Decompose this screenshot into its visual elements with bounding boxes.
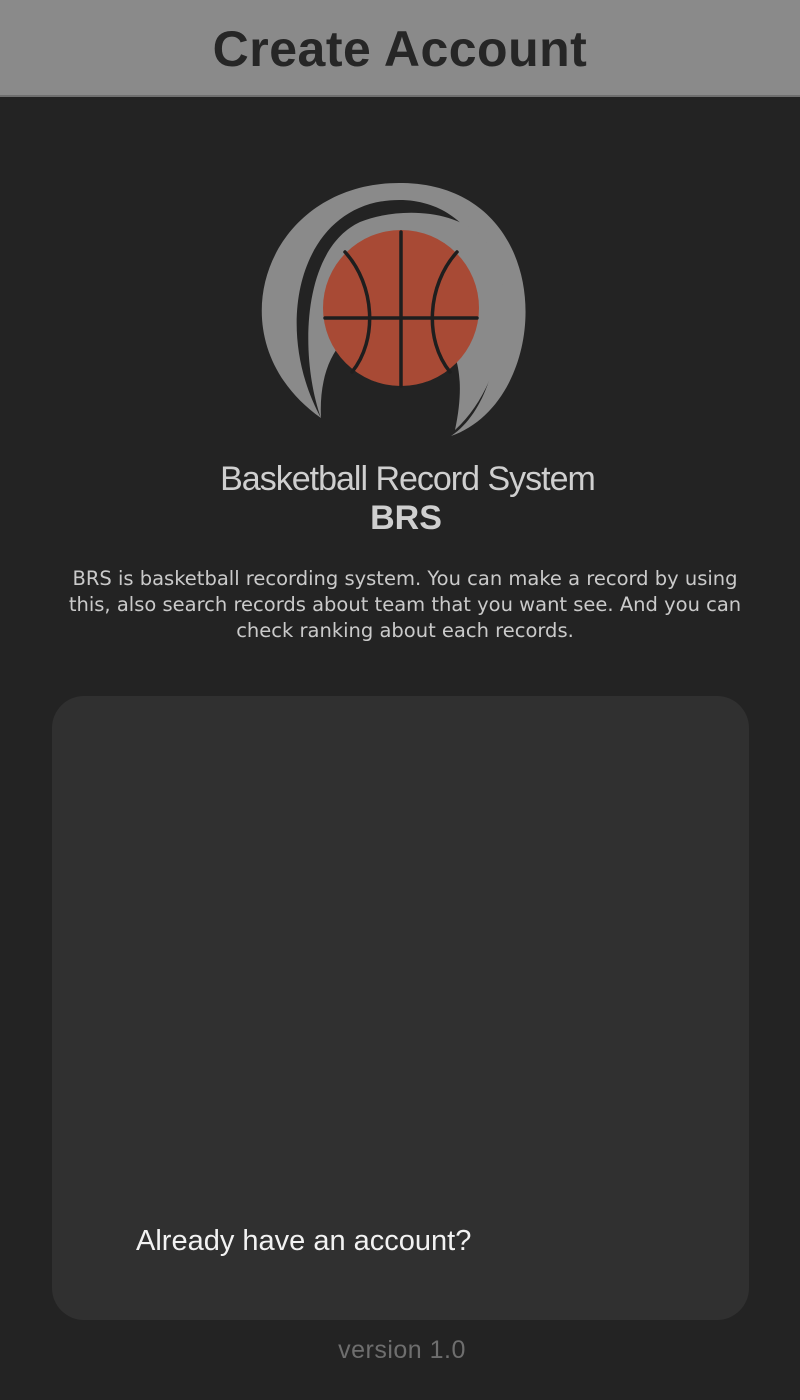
header-bar: Create Account [0,0,800,97]
page-title: Create Account [212,21,588,77]
app-abbreviation: BRS [370,499,442,537]
version-label: version 1.0 [338,1336,466,1364]
basketball-logo-icon [245,178,545,443]
already-have-account-link[interactable]: Already have an account? [136,1223,471,1259]
signup-form-card: Already have an account? [52,696,749,1320]
app-description: BRS is basketball recording system. You … [68,567,742,642]
app-name: Basketball Record System [220,460,596,498]
